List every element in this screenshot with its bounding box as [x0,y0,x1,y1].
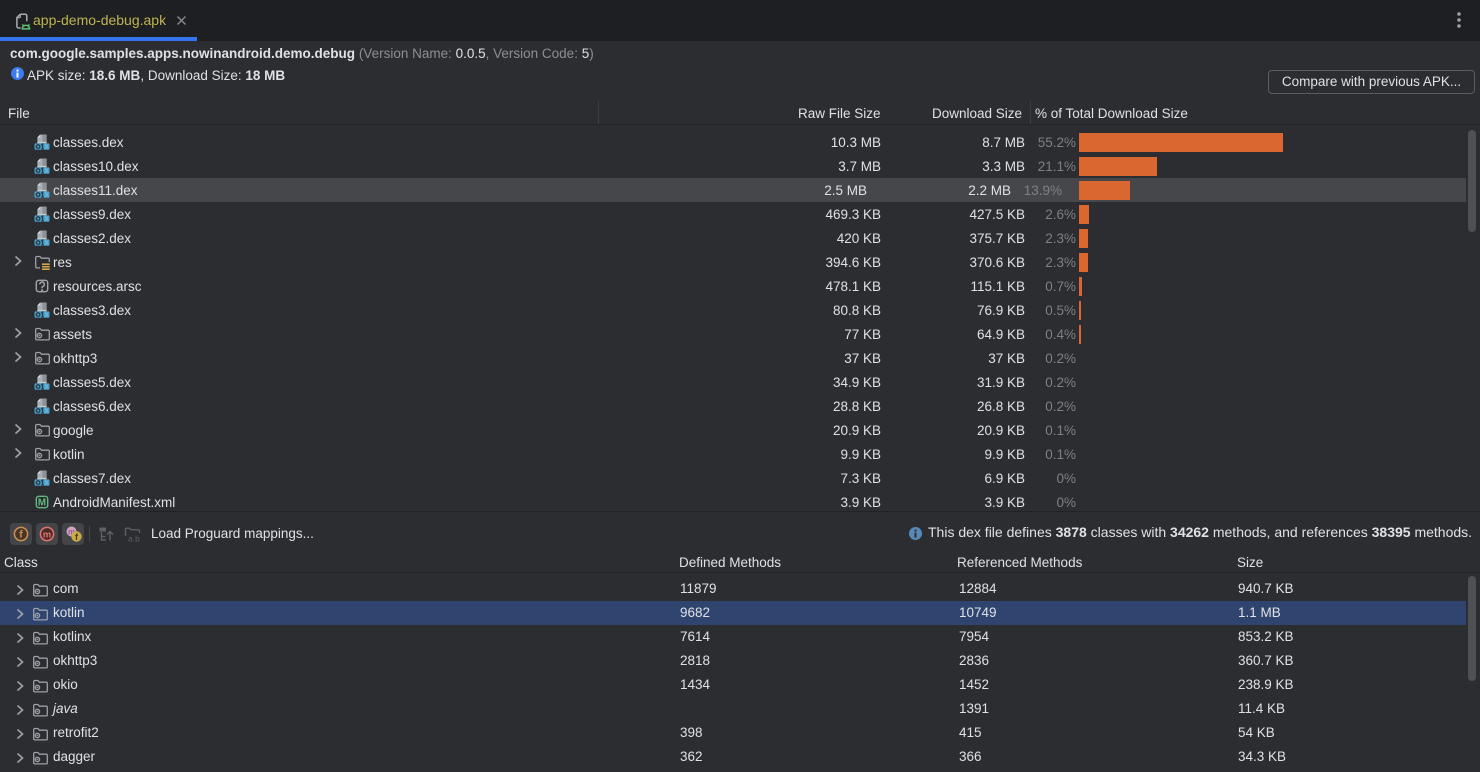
svg-text:f: f [19,529,23,541]
svg-text:m: m [43,529,51,540]
svg-text:a.b: a.b [128,534,140,544]
